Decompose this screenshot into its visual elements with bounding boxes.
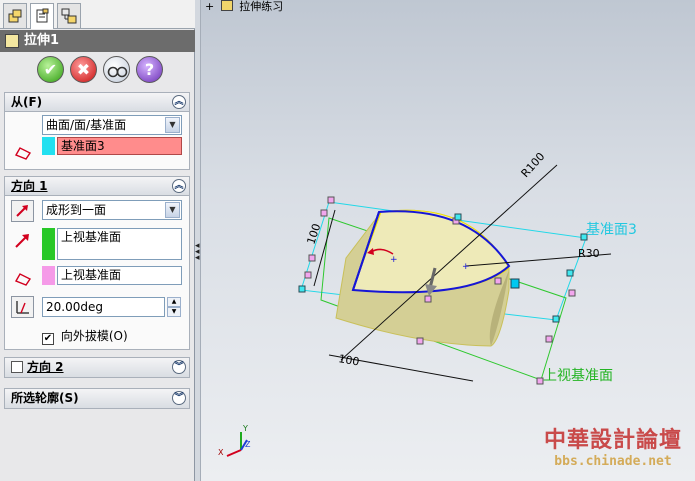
selected-contours-group: 所选轮廓(S) ︾ <box>4 388 190 409</box>
direction2-title: 方向 2 <box>27 360 64 374</box>
extrude-feature-icon <box>5 34 19 48</box>
triad-y-label: Y <box>242 424 248 433</box>
from-group-title: 从(F) <box>11 95 43 109</box>
feature-title: 拉伸1 <box>24 33 60 48</box>
detailed-preview-button[interactable] <box>103 56 130 83</box>
direction2-checkbox[interactable] <box>11 361 23 373</box>
chevron-down-icon[interactable]: ▼ <box>165 117 180 133</box>
selected-contours-header[interactable]: 所选轮廓(S) ︾ <box>5 389 189 408</box>
feature-tree-icon <box>8 9 22 23</box>
direction-arrow-icon <box>15 234 29 248</box>
up-to-face-value: 上视基准面 <box>61 230 122 244</box>
spin-up-icon[interactable]: ▲ <box>167 297 181 307</box>
from-type-value: 曲面/面/基准面 <box>46 118 127 132</box>
draft-toggle-button[interactable] <box>11 296 34 318</box>
glasses-icon <box>107 66 128 78</box>
help-icon: ? <box>144 60 155 79</box>
splitter-grip-icon: ◂ ◂ ◂ <box>195 241 200 263</box>
configuration-icon <box>61 8 77 24</box>
action-buttons: ✔ ✖ ? <box>0 56 195 86</box>
end-condition-value: 成形到一面 <box>46 203 107 217</box>
ok-button[interactable]: ✔ <box>37 56 64 83</box>
expand-chevron-icon[interactable]: ︾ <box>172 391 186 405</box>
reverse-arrow-icon <box>16 205 28 217</box>
plane3-label[interactable]: 基准面3 <box>586 221 637 238</box>
direction1-title: 方向 1 <box>11 179 48 193</box>
draft-angle-spinner[interactable]: ▲ ▼ <box>167 297 181 317</box>
collapse-chevron-icon[interactable]: ︽ <box>172 95 186 109</box>
from-group-header[interactable]: 从(F) ︽ <box>5 93 189 112</box>
sketch-point: + <box>390 255 398 265</box>
triad-x-label: X <box>218 448 224 457</box>
top-plane-label[interactable]: 上视基准面 <box>543 367 613 384</box>
dim-r100[interactable]: R100 <box>519 150 548 180</box>
face-selection-icon <box>14 273 32 286</box>
end-condition-select[interactable]: 成形到一面 ▼ <box>42 200 182 220</box>
direction1-group-header[interactable]: 方向 1 ︽ <box>5 177 189 196</box>
sketch-center-point: + <box>462 262 470 272</box>
property-manager-panel: 拉伸1 ✔ ✖ ? 从(F) ︽ 曲面/面/基准面 ▼ 基准面3 方向 1 ︽ <box>0 0 195 481</box>
graphics-viewport[interactable]: + 拉伸练习 R100 R30 100 100 基准面3 上视基准面 + + Y… <box>201 0 695 481</box>
collapse-chevron-icon[interactable]: ︽ <box>172 179 186 193</box>
dim-100-vertical-line <box>313 209 336 287</box>
draft-outward-label: 向外拔模(O) <box>60 329 128 343</box>
triad-z-label: Z <box>245 440 251 449</box>
tab-property-manager[interactable] <box>30 3 54 29</box>
direction1-group: 方向 1 ︽ 成形到一面 ▼ 上视基准面 上视基准面 20.00deg ▲ ▼ <box>4 176 190 350</box>
help-button[interactable]: ? <box>136 56 163 83</box>
manager-tabs <box>0 0 195 29</box>
chevron-down-icon[interactable]: ▼ <box>165 202 180 218</box>
selected-contours-title: 所选轮廓(S) <box>11 391 79 405</box>
from-entity-field[interactable]: 基准面3 <box>57 137 182 155</box>
direction2-group: 方向 2 ︾ <box>4 357 190 378</box>
direction-vector-value: 上视基准面 <box>61 268 122 282</box>
direction2-group-header[interactable]: 方向 2 ︾ <box>5 358 189 377</box>
feature-title-bar: 拉伸1 <box>0 30 195 52</box>
cancel-button[interactable]: ✖ <box>70 56 97 83</box>
draft-angle-value: 20.00deg <box>46 300 103 314</box>
tab-feature-manager[interactable] <box>3 3 27 28</box>
from-group: 从(F) ︽ 曲面/面/基准面 ▼ 基准面3 <box>4 92 190 170</box>
check-icon: ✔ <box>43 60 58 79</box>
dim-100-vertical[interactable]: 100 <box>304 222 323 246</box>
from-type-select[interactable]: 曲面/面/基准面 ▼ <box>42 115 182 135</box>
property-sheet-icon <box>36 8 49 23</box>
draft-outward-row[interactable]: ✔ 向外拔模(O) <box>42 327 128 345</box>
selection-marker[interactable] <box>510 278 520 289</box>
from-entity-value: 基准面3 <box>61 139 105 153</box>
axis-triad: Y X Z <box>218 424 251 457</box>
up-to-face-field[interactable]: 上视基准面 <box>57 228 182 260</box>
spin-down-icon[interactable]: ▼ <box>167 307 181 317</box>
reverse-direction-button[interactable] <box>11 200 34 222</box>
draft-angle-input[interactable]: 20.00deg <box>42 297 165 317</box>
draft-angle-icon <box>16 301 29 314</box>
watermark-title: 中華設計論壇 <box>543 428 682 453</box>
direction-vector-field[interactable]: 上视基准面 <box>57 266 182 285</box>
face-selection-icon <box>14 147 32 160</box>
dim-r30[interactable]: R30 <box>578 247 600 260</box>
tab-configuration-manager[interactable] <box>57 3 81 28</box>
x-icon: ✖ <box>76 60 91 79</box>
dim-100-horizontal[interactable]: 100 <box>337 352 360 368</box>
forum-watermark: 中華設計論壇 bbs.chinade.net <box>538 422 688 472</box>
watermark-url: bbs.chinade.net <box>554 454 672 469</box>
model-scene[interactable]: R100 R30 100 100 基准面3 上视基准面 + + Y X Z <box>201 0 695 481</box>
expand-chevron-icon[interactable]: ︾ <box>172 360 186 374</box>
draft-outward-checkbox[interactable]: ✔ <box>42 333 54 345</box>
face-swatch <box>42 228 55 260</box>
from-entity-swatch <box>42 137 55 155</box>
vector-swatch <box>42 266 55 285</box>
